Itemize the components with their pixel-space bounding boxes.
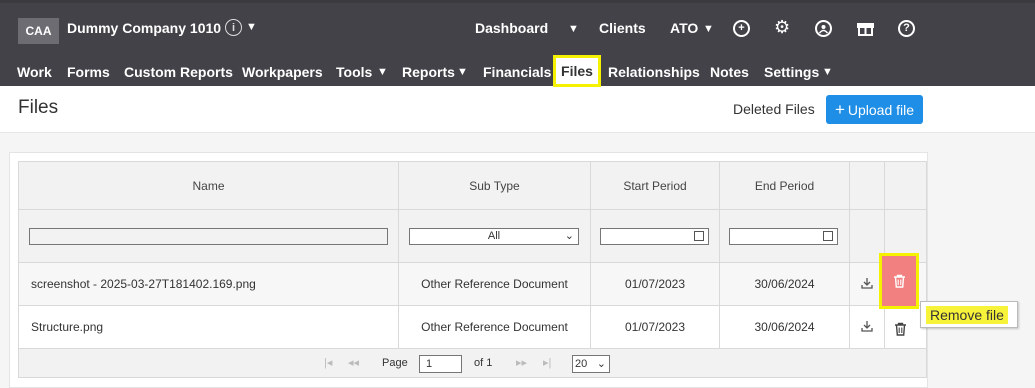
- start-period-filter-input[interactable]: [600, 227, 709, 245]
- deleted-files-link[interactable]: Deleted Files: [733, 101, 815, 117]
- nav-work[interactable]: Work: [17, 64, 52, 80]
- nav-files[interactable]: Files: [553, 55, 601, 87]
- column-header-start-period[interactable]: Start Period: [590, 161, 720, 210]
- next-page-icon[interactable]: ▸▸: [516, 356, 527, 369]
- page-label: Page: [382, 357, 408, 369]
- company-name[interactable]: Dummy Company 1010: [67, 20, 221, 36]
- company-badge[interactable]: CAA: [18, 18, 59, 44]
- page-of-label: of 1: [474, 357, 493, 369]
- page-title: Files: [18, 97, 59, 118]
- user-icon[interactable]: [815, 20, 832, 37]
- trash-icon[interactable]: [894, 322, 907, 339]
- pager-bar: [18, 348, 927, 378]
- tools-chevron-down-icon[interactable]: ▼: [377, 66, 388, 78]
- dashboard-link[interactable]: Dashboard: [475, 20, 548, 36]
- nav-workpapers[interactable]: Workpapers: [242, 64, 323, 80]
- settings-chevron-down-icon[interactable]: ▼: [822, 66, 833, 78]
- help-icon[interactable]: ?: [898, 20, 915, 37]
- page-number-input[interactable]: 1: [419, 355, 462, 373]
- reports-chevron-down-icon[interactable]: ▼: [457, 66, 468, 78]
- nav-financials[interactable]: Financials: [483, 64, 551, 80]
- chevron-down-icon: ⌄: [564, 229, 574, 242]
- end-period-filter-input[interactable]: [729, 227, 838, 245]
- add-icon[interactable]: +: [733, 20, 750, 37]
- top-header: CAA Dummy Company 1010 i ▼ Dashboard ▼ C…: [0, 0, 1035, 87]
- column-header-end-period[interactable]: End Period: [719, 161, 850, 210]
- upload-file-button[interactable]: + Upload file: [826, 95, 923, 124]
- nav-settings[interactable]: Settings: [764, 64, 819, 80]
- download-icon[interactable]: [861, 277, 873, 292]
- plus-icon: +: [834, 99, 845, 119]
- info-icon[interactable]: i: [225, 19, 242, 36]
- file-subtype: Other Reference Document: [398, 305, 591, 349]
- nav-custom-reports[interactable]: Custom Reports: [124, 64, 233, 80]
- company-chevron-down-icon[interactable]: ▼: [246, 21, 257, 33]
- remove-file-button[interactable]: [879, 253, 919, 309]
- trash-icon: [893, 274, 905, 288]
- tooltip-text: Remove file: [926, 306, 1008, 324]
- table-row[interactable]: Structure.png Other Reference Document 0…: [18, 305, 927, 349]
- file-subtype: Other Reference Document: [398, 262, 591, 306]
- name-filter-input[interactable]: [29, 227, 388, 245]
- calendar-icon[interactable]: [823, 230, 833, 241]
- gift-icon[interactable]: [857, 20, 874, 40]
- nav-notes[interactable]: Notes: [710, 64, 749, 80]
- file-end-period: 30/06/2024: [719, 262, 850, 306]
- subtype-filter-value: All: [487, 230, 501, 242]
- files-table: Name Sub Type Start Period End Period Al…: [18, 161, 927, 378]
- last-page-icon[interactable]: ▸|: [543, 356, 551, 369]
- chevron-down-icon: ⌄: [596, 358, 606, 370]
- page-size-value: 20: [575, 358, 588, 370]
- nav-reports[interactable]: Reports: [402, 64, 455, 80]
- upload-file-label: Upload file: [847, 101, 915, 118]
- column-header-name[interactable]: Name: [18, 161, 399, 210]
- remove-file-tooltip: Remove file: [920, 301, 1018, 328]
- column-header-download: [849, 161, 885, 210]
- file-start-period: 01/07/2023: [590, 262, 720, 306]
- nav-tools[interactable]: Tools: [336, 64, 372, 80]
- dashboard-chevron-down-icon[interactable]: ▼: [568, 23, 579, 35]
- page-size-select[interactable]: 20 ⌄: [572, 355, 610, 373]
- table-row[interactable]: screenshot - 2025-03-27T181402.169.png O…: [18, 262, 927, 306]
- prev-page-icon[interactable]: ◂◂: [348, 356, 359, 369]
- file-name: screenshot - 2025-03-27T181402.169.png: [18, 262, 399, 306]
- nav-forms[interactable]: Forms: [67, 64, 110, 80]
- column-header-subtype[interactable]: Sub Type: [398, 161, 591, 210]
- clients-link[interactable]: Clients: [599, 20, 646, 36]
- subtype-filter-select[interactable]: All ⌄: [409, 227, 579, 245]
- file-start-period: 01/07/2023: [590, 305, 720, 349]
- file-name: Structure.png: [18, 305, 399, 349]
- ato-chevron-down-icon[interactable]: ▼: [703, 23, 714, 35]
- gear-icon[interactable]: ⚙: [774, 18, 790, 36]
- file-end-period: 30/06/2024: [719, 305, 850, 349]
- first-page-icon[interactable]: |◂: [324, 356, 332, 369]
- ato-link[interactable]: ATO: [670, 20, 698, 36]
- nav-relationships[interactable]: Relationships: [608, 64, 700, 80]
- calendar-icon[interactable]: [694, 230, 704, 241]
- column-header-delete: [884, 161, 927, 210]
- download-icon[interactable]: [861, 320, 873, 335]
